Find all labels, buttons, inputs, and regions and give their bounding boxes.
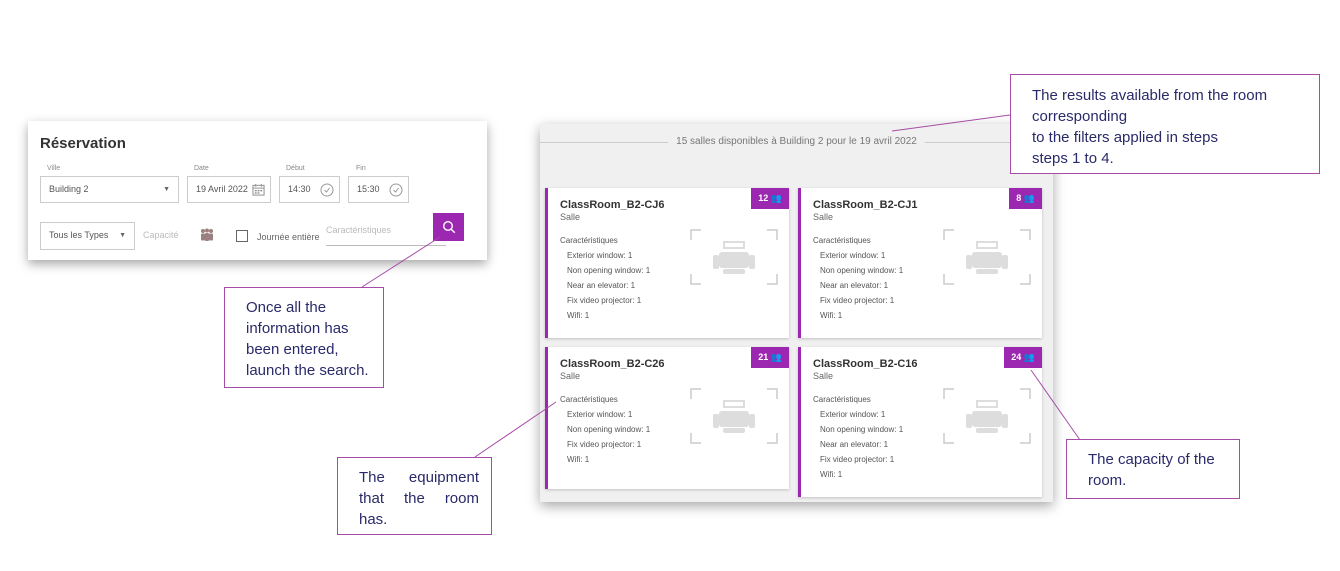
search-button[interactable] [433,213,464,241]
features-title: Caractéristiques [813,236,871,245]
features-placeholder: Caractéristiques [326,225,392,235]
classroom-icon [943,229,1031,285]
results-count-text: 15 salles disponibles à Building 2 pour … [676,136,917,147]
capacity-badge: 8 👥 [1009,188,1042,209]
features-title: Caractéristiques [560,395,618,404]
fin-value: 15:30 [357,184,380,194]
type-select[interactable]: Tous les Types ▼ [40,222,135,250]
features-input[interactable]: Caractéristiques [326,225,446,246]
feature-item: Exterior window: 1 [567,410,633,419]
features-list: Exterior window: 1 Non opening window: 1… [820,409,903,484]
debut-value: 14:30 [288,184,311,194]
room-card[interactable]: 21 👥 ClassRoom_B2-C26 Salle Caractéristi… [545,347,789,489]
people-icon: 👥 [770,352,782,362]
feature-item: Non opening window: 1 [820,266,904,275]
feature-item: Wifi: 1 [820,470,843,479]
feature-item: Near an elevator: 1 [820,281,889,290]
results-header: 15 salles disponibles à Building 2 pour … [540,136,1053,147]
date-value: 19 Avril 2022 [196,184,248,194]
chevron-down-icon: ▼ [163,186,170,193]
capacity-input[interactable]: Capacité [143,230,179,240]
feature-item: Near an elevator: 1 [820,440,889,449]
capacity-badge: 12 👥 [751,188,789,209]
room-type: Salle [813,371,834,381]
room-name: ClassRoom_B2-C26 [560,358,665,370]
features-title: Caractéristiques [560,236,618,245]
features-list: Exterior window: 1 Non opening window: 1… [567,250,650,325]
date-field[interactable]: 19 Avril 2022 [187,176,271,203]
feature-item: Fix video projector: 1 [820,455,895,464]
room-card[interactable]: 8 👥 ClassRoom_B2-CJ1 Salle Caractéristiq… [798,188,1042,338]
feature-item: Exterior window: 1 [820,251,886,260]
results-panel: 15 salles disponibles à Building 2 pour … [540,124,1053,502]
equipment-callout: The equipment that the room has. [337,457,492,535]
clock-icon [320,183,334,197]
room-name: ClassRoom_B2-CJ6 [560,199,665,211]
chevron-down-icon: ▼ [119,232,126,239]
room-type: Salle [813,212,834,222]
room-name: ClassRoom_B2-C16 [813,358,918,370]
feature-item: Wifi: 1 [820,311,843,320]
ville-select[interactable]: Building 2 ▼ [40,176,179,203]
classroom-icon [690,388,778,444]
room-card[interactable]: 12 👥 ClassRoom_B2-CJ6 Salle Caractéristi… [545,188,789,338]
date-label: Date [194,165,209,172]
classroom-icon [690,229,778,285]
ville-label: Ville [47,165,61,172]
feature-item: Exterior window: 1 [567,251,633,260]
feature-item: Wifi: 1 [567,455,590,464]
reservation-panel: Réservation Ville Building 2 ▼ Date 19 A… [28,121,487,260]
people-icon: 👥 [1023,193,1035,203]
capacity-badge: 24 👥 [1004,347,1042,368]
debut-time-field[interactable]: 14:30 [279,176,340,203]
feature-item: Exterior window: 1 [820,410,886,419]
people-icon [201,228,213,241]
feature-item: Non opening window: 1 [567,266,651,275]
ville-value: Building 2 [49,184,89,194]
features-list: Exterior window: 1 Non opening window: 1… [567,409,650,469]
fin-time-field[interactable]: 15:30 [348,176,409,203]
results-callout: The results available from the room corr… [1010,74,1320,174]
fin-label: Fin [356,165,366,172]
feature-item: Fix video projector: 1 [567,296,642,305]
type-value: Tous les Types [49,230,109,240]
full-day-label: Journée entière [257,232,320,242]
feature-item: Non opening window: 1 [820,425,904,434]
search-icon [442,220,455,234]
calendar-icon[interactable] [252,183,265,196]
debut-label: Début [286,165,305,172]
room-card[interactable]: 24 👥 ClassRoom_B2-C16 Salle Caractéristi… [798,347,1042,497]
full-day-checkbox[interactable] [236,230,248,242]
classroom-icon [943,388,1031,444]
room-type: Salle [560,212,581,222]
feature-item: Fix video projector: 1 [820,296,895,305]
feature-item: Wifi: 1 [567,311,590,320]
capacity-badge: 21 👥 [751,347,789,368]
people-icon: 👥 [770,193,782,203]
clock-icon [389,183,403,197]
reservation-title: Réservation [40,135,126,152]
feature-item: Non opening window: 1 [567,425,651,434]
feature-item: Fix video projector: 1 [567,440,642,449]
feature-item: Near an elevator: 1 [567,281,636,290]
search-callout: Once all the information has been entere… [224,287,384,388]
features-list: Exterior window: 1 Non opening window: 1… [820,250,903,325]
features-title: Caractéristiques [813,395,871,404]
capacity-callout: The capacity of the room. [1066,439,1240,499]
room-type: Salle [560,371,581,381]
room-name: ClassRoom_B2-CJ1 [813,199,918,211]
people-icon: 👥 [1023,352,1035,362]
